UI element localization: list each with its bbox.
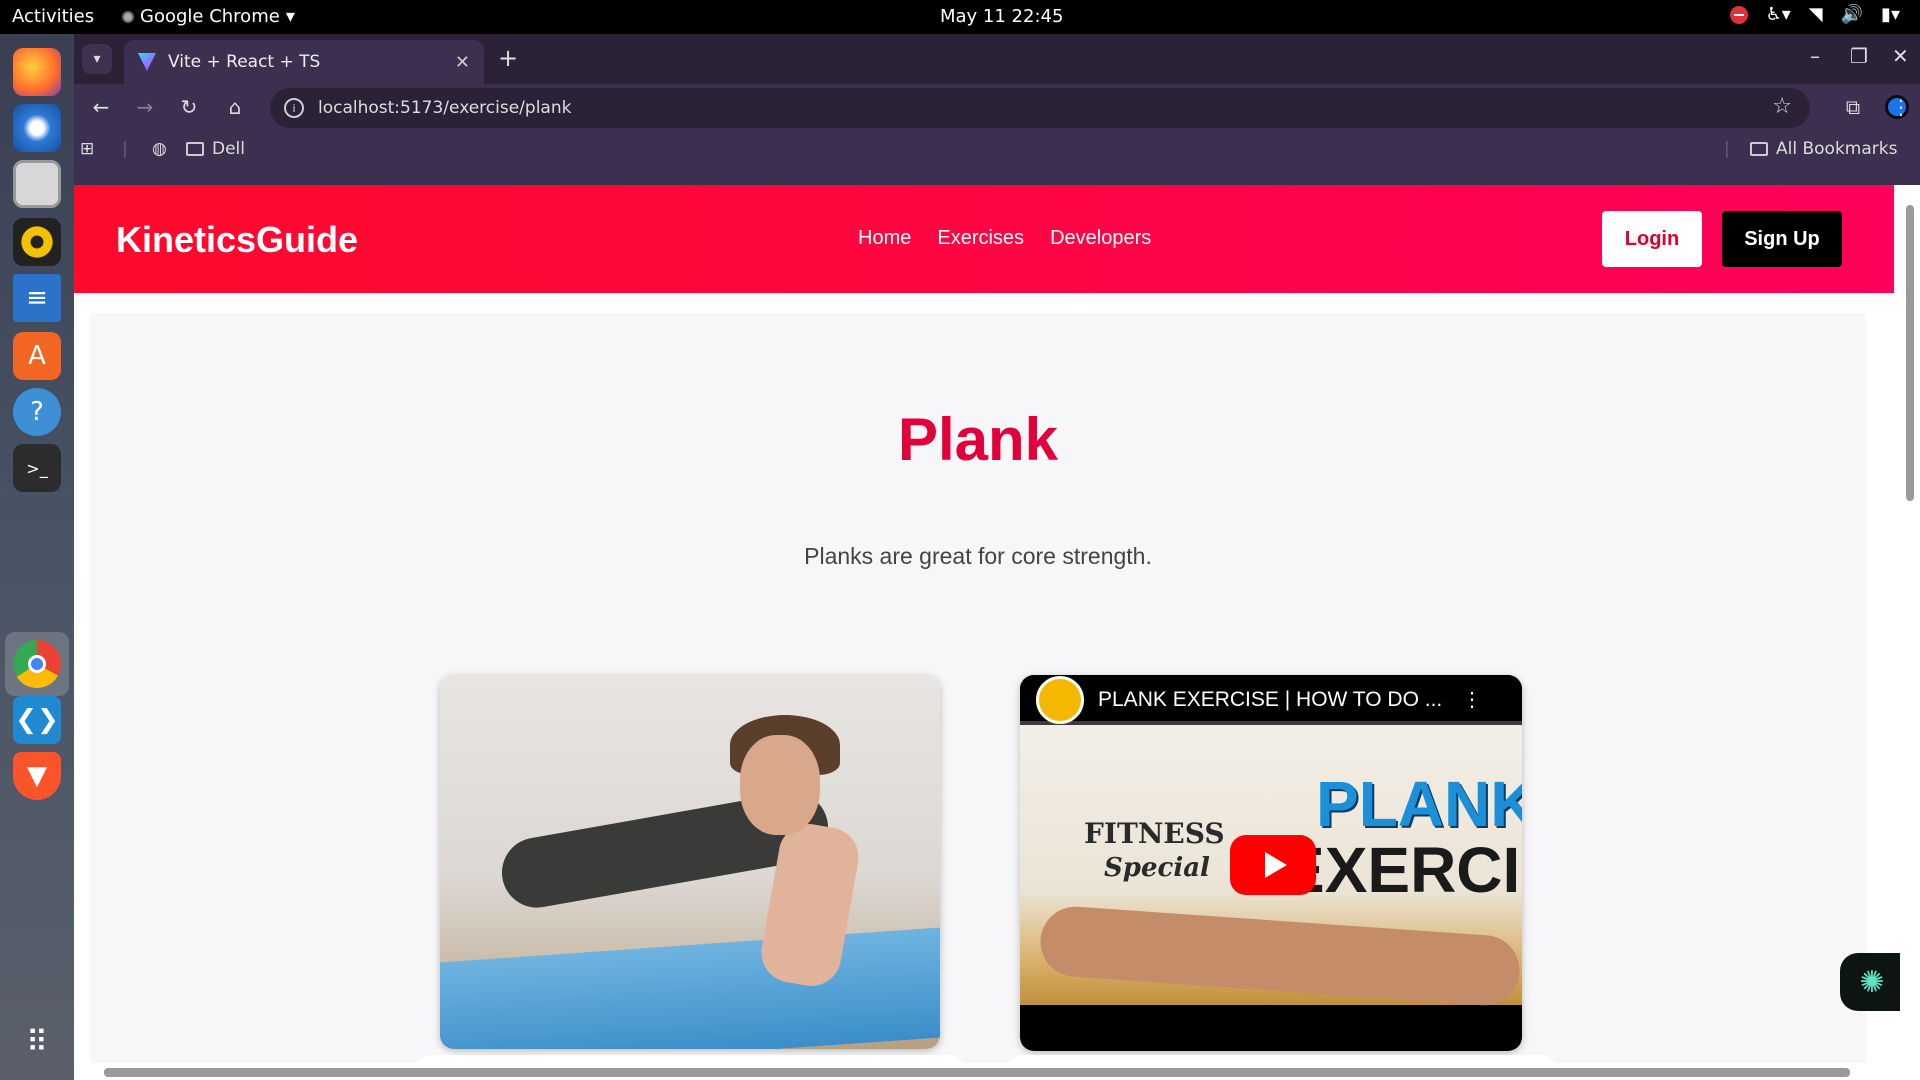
minimize-icon[interactable]: –: [1810, 44, 1820, 68]
writer-icon[interactable]: ≡: [13, 274, 61, 322]
bookmark-folder-dell[interactable]: Dell: [186, 139, 245, 159]
all-bookmarks-button[interactable]: All Bookmarks: [1750, 139, 1897, 159]
files-icon[interactable]: [13, 160, 61, 208]
thumb-fitness-text: FITNESS: [1084, 817, 1225, 850]
bookmarks-separator: |: [122, 139, 128, 159]
page-title: Plank: [897, 406, 1059, 473]
restore-icon[interactable]: ❐: [1850, 44, 1868, 68]
system-top-bar: Activities Google Chrome ▾ May 11 22:45 …: [0, 0, 1920, 34]
vscode-icon[interactable]: ❮❯: [13, 696, 61, 744]
all-bookmarks-label: All Bookmarks: [1776, 139, 1898, 159]
exercise-image: [440, 675, 940, 1049]
reload-icon[interactable]: ↻: [174, 92, 204, 122]
login-button[interactable]: Login: [1602, 211, 1702, 267]
tab-title: Vite + React + TS: [168, 52, 321, 72]
folder-icon: [186, 142, 204, 156]
more-vert-icon[interactable]: ⋮: [1462, 687, 1482, 712]
rhythmbox-icon[interactable]: [13, 218, 61, 266]
wifi-icon: ◥: [1808, 4, 1823, 25]
thumb-special-text: Special: [1104, 853, 1210, 883]
terminal-icon[interactable]: >_: [13, 444, 61, 492]
brand-logo[interactable]: KineticsGuide: [116, 219, 358, 261]
thumb-plank-text: PLANK: [1316, 768, 1522, 840]
horizontal-scroll-thumb[interactable]: [104, 1068, 1850, 1077]
page-viewport: KineticsGuide Home Exercises Developers …: [74, 185, 1920, 1080]
youtube-embed[interactable]: FITNESS Special PLANK EXERCISE PLANK EXE…: [1020, 675, 1522, 1051]
thunderbird-icon[interactable]: [13, 104, 61, 152]
app-navbar: KineticsGuide Home Exercises Developers …: [74, 185, 1894, 293]
activities-button[interactable]: Activities: [12, 6, 94, 27]
close-tab-icon[interactable]: ✕: [455, 52, 470, 73]
vertical-scroll-thumb[interactable]: [1906, 205, 1914, 501]
play-button-icon[interactable]: [1230, 835, 1316, 895]
forward-icon[interactable]: →: [130, 92, 160, 122]
system-tray[interactable]: ♿▾ ◥ 🔊 ▮▾: [1729, 4, 1900, 25]
chrome-small-icon: [122, 10, 134, 23]
tab-search-button[interactable]: ▾: [82, 44, 112, 74]
close-window-icon[interactable]: ✕: [1892, 44, 1909, 68]
video-title-bar[interactable]: PLANK EXERCISE | HOW TO DO ... ⋮: [1020, 675, 1522, 725]
nav-exercises[interactable]: Exercises: [937, 227, 1024, 250]
back-icon[interactable]: ←: [86, 92, 116, 122]
app-center-icon[interactable]: A: [13, 332, 61, 380]
clock[interactable]: May 11 22:45: [940, 6, 1063, 27]
exercise-detail: Plank Planks are great for core strength…: [90, 313, 1866, 1080]
firefox-icon[interactable]: [13, 48, 61, 96]
thumb-person: [1038, 904, 1522, 1008]
tab-active[interactable]: Vite + React + TS ✕: [124, 40, 484, 84]
yoga-mat: [440, 927, 940, 1049]
thumb-exercise-text: EXERCISE: [1282, 834, 1522, 906]
folder-icon: [1750, 142, 1768, 156]
person-head: [740, 735, 820, 835]
bookmark-star-icon[interactable]: ☆: [1772, 94, 1792, 119]
nav-developers[interactable]: Developers: [1050, 227, 1151, 250]
browser-toolbar: ← → ↻ ⌂ i localhost:5173/exercise/plank …: [74, 84, 1920, 130]
bookmarks-bar: ⊞ | ◍ Dell | All Bookmarks: [74, 130, 1920, 170]
home-icon[interactable]: ⌂: [220, 92, 250, 122]
help-icon[interactable]: ?: [13, 388, 61, 436]
chatgpt-icon[interactable]: ✺: [1840, 953, 1904, 1011]
browser-window: ▾ Vite + React + TS ✕ + – ❐ ✕ ← → ↻ ⌂ i …: [74, 34, 1920, 1080]
extensions-icon[interactable]: ⧉: [1838, 92, 1868, 122]
menu-kebab-icon[interactable]: ⋮: [1886, 92, 1916, 122]
video-title[interactable]: PLANK EXERCISE | HOW TO DO ...: [1098, 688, 1442, 712]
battery-icon: ▮▾: [1881, 4, 1900, 25]
do-not-disturb-icon: [1729, 5, 1748, 24]
app-menu[interactable]: Google Chrome ▾: [122, 6, 295, 27]
nav-links: Home Exercises Developers: [858, 227, 1151, 250]
signup-button[interactable]: Sign Up: [1722, 211, 1842, 267]
vite-favicon-icon: [138, 53, 156, 71]
exercise-description: Planks are great for core strength.: [804, 543, 1152, 569]
brave-icon[interactable]: ▼: [13, 752, 61, 800]
app-menu-label: Google Chrome: [140, 6, 280, 27]
new-tab-button[interactable]: +: [498, 44, 518, 72]
volume-icon: 🔊: [1840, 4, 1864, 25]
url-text[interactable]: localhost:5173/exercise/plank: [318, 98, 571, 118]
app-grid-icon[interactable]: ⠿: [13, 1018, 61, 1066]
channel-avatar[interactable]: [1036, 676, 1084, 724]
address-bar[interactable]: i localhost:5173/exercise/plank ☆: [270, 88, 1810, 128]
tab-strip: ▾ Vite + React + TS ✕ + – ❐ ✕: [74, 34, 1920, 84]
site-info-icon[interactable]: i: [284, 98, 304, 118]
dock: ≡ A ? >_ ❮❯ ▼ ⠿: [0, 34, 74, 1080]
bookmarks-separator-right: |: [1724, 139, 1730, 159]
apps-grid-icon[interactable]: ⊞: [80, 139, 94, 159]
vertical-scrollbar[interactable]: [1900, 185, 1920, 1080]
accessibility-icon[interactable]: ♿▾: [1766, 4, 1791, 25]
chrome-icon[interactable]: [13, 640, 61, 688]
chevron-down-icon: ▾: [285, 6, 295, 27]
horizontal-scrollbar[interactable]: [74, 1063, 1920, 1080]
bookmark-folder-dell-label: Dell: [212, 139, 245, 159]
nav-home[interactable]: Home: [858, 227, 911, 250]
globe-icon[interactable]: ◍: [152, 139, 167, 159]
